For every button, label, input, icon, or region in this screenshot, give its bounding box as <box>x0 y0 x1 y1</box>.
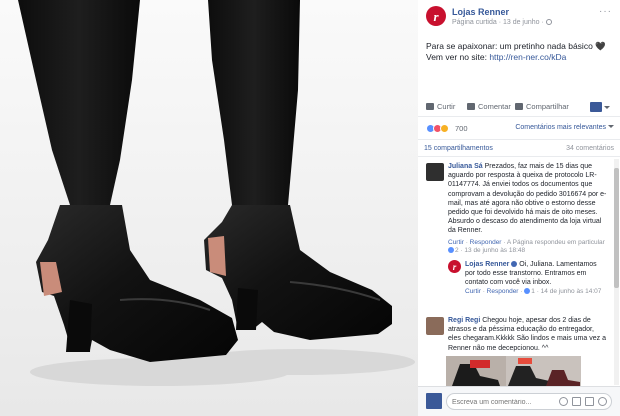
attached-boots-image <box>446 356 581 387</box>
reply-avatar[interactable]: r <box>448 260 461 273</box>
comment-body: Regi Regi Chegou hoje, apesar dos 2 dias… <box>448 316 608 353</box>
share-label: Compartilhar <box>526 102 569 111</box>
chevron-down-icon <box>604 106 610 109</box>
comment-like-count[interactable]: 2 <box>455 247 459 254</box>
reply-reply-link[interactable]: Responder <box>487 288 519 295</box>
comment-footer-2: 2 · 13 de junho às 18:48 <box>448 247 525 254</box>
chevron-down-icon <box>608 125 614 128</box>
comment-author[interactable]: Juliana Sá <box>448 163 483 170</box>
reply-author[interactable]: Lojas Renner <box>465 261 509 268</box>
comment-item: Regi Regi Chegou hoje, apesar dos 2 dias… <box>418 314 613 387</box>
commenter-avatar[interactable] <box>426 163 444 181</box>
comments-list: Juliana Sá Prezados, faz mais de 15 dias… <box>418 159 613 387</box>
thumbs-up-icon <box>426 103 434 110</box>
sort-label: Comentários mais relevantes <box>515 124 606 131</box>
post-side-panel: r Lojas Renner Página curtida · 13 de ju… <box>418 0 620 416</box>
sticker-icon[interactable] <box>598 397 607 406</box>
post-counts: 15 compartilhamentos 34 comentários <box>418 141 620 157</box>
comment-attached-photo[interactable] <box>446 356 581 387</box>
reply-item: r Lojas Renner Oi, Juliana. Lamentamos p… <box>418 257 613 309</box>
like-label: Curtir <box>437 102 456 111</box>
comments-scrollbar-thumb[interactable] <box>614 168 619 288</box>
emoji-icon[interactable] <box>559 397 568 406</box>
viewer-avatar <box>590 102 602 112</box>
like-button[interactable]: Curtir <box>426 102 455 111</box>
boots-photo-image <box>0 0 418 416</box>
comment-reply-link[interactable]: Responder <box>470 239 502 246</box>
page-avatar[interactable]: r <box>426 6 446 26</box>
reactions-bar: 700 Comentários mais relevantes <box>418 118 620 140</box>
reaction-count[interactable]: 700 <box>455 124 468 133</box>
comment-like-link[interactable]: Curtir <box>448 239 464 246</box>
comment-composer <box>418 386 620 416</box>
shares-count[interactable]: 15 compartilhamentos <box>424 145 493 152</box>
post-link[interactable]: http://ren-ner.co/kDa <box>489 52 566 62</box>
post-actions-bar: Curtir Comentar Compartilhar <box>418 97 620 117</box>
reply-body: Lojas Renner Oi, Juliana. Lamentamos por… <box>465 260 608 288</box>
reply-like-link[interactable]: Curtir <box>465 288 481 295</box>
reply-footer: Curtir · Responder · 1 · 14 de junho às … <box>465 288 602 295</box>
reply-time[interactable]: · 14 de junho às 14:07 <box>537 288 602 295</box>
comment-body: Juliana Sá Prezados, faz mais de 15 dias… <box>448 162 608 236</box>
reply-like-count[interactable]: 1 <box>531 288 535 295</box>
comment-item: Juliana Sá Prezados, faz mais de 15 dias… <box>418 159 613 259</box>
comment-text: Prezados, faz mais de 15 dias que aguard… <box>448 163 607 235</box>
reaction-icons[interactable] <box>426 124 449 133</box>
post-meta-text: Página curtida · 13 de junho · <box>452 19 544 26</box>
post-text-line1: Para se apaixonar: um pretinho nada bási… <box>426 41 606 51</box>
comment-button[interactable]: Comentar <box>467 102 511 111</box>
page-name-link[interactable]: Lojas Renner <box>452 7 509 17</box>
share-button[interactable]: Compartilhar <box>515 102 569 111</box>
camera-icon[interactable] <box>572 397 581 406</box>
like-count-icon <box>448 247 454 253</box>
post-text: Para se apaixonar: um pretinho nada bási… <box>426 41 612 63</box>
comment-input-wrapper[interactable] <box>446 393 612 410</box>
comment-label: Comentar <box>478 102 511 111</box>
wow-reaction-icon <box>440 124 449 133</box>
comment-footer-note: · A Página respondeu em particular <box>501 239 605 246</box>
post-text-prefix: Vem ver no site: <box>426 52 490 62</box>
comments-count: 34 comentários <box>566 145 614 152</box>
gif-icon[interactable] <box>585 397 594 406</box>
commenter-avatar[interactable] <box>426 317 444 335</box>
comment-input[interactable] <box>452 396 548 408</box>
page-logo-letter: r <box>433 8 439 24</box>
post-photo[interactable] <box>0 0 418 416</box>
globe-icon <box>545 19 552 25</box>
more-options-button[interactable]: ··· <box>599 6 612 17</box>
reply-logo-letter: r <box>452 261 457 272</box>
post-header: r Lojas Renner Página curtida · 13 de ju… <box>426 6 612 30</box>
comment-icon <box>467 103 475 110</box>
comment-sort-dropdown[interactable]: Comentários mais relevantes <box>515 124 614 131</box>
comment-time[interactable]: · 13 de junho às 18:48 <box>460 247 525 254</box>
post-as-selector[interactable] <box>590 102 610 112</box>
post-meta: Página curtida · 13 de junho · <box>452 19 552 26</box>
like-count-icon <box>524 288 531 294</box>
comment-author[interactable]: Regi Regi <box>448 317 480 324</box>
comment-footer: Curtir · Responder · A Página respondeu … <box>448 239 605 246</box>
share-icon <box>515 103 523 110</box>
composer-avatar <box>426 393 442 409</box>
post-text-line2: Vem ver no site: http://ren-ner.co/kDa <box>426 52 612 63</box>
